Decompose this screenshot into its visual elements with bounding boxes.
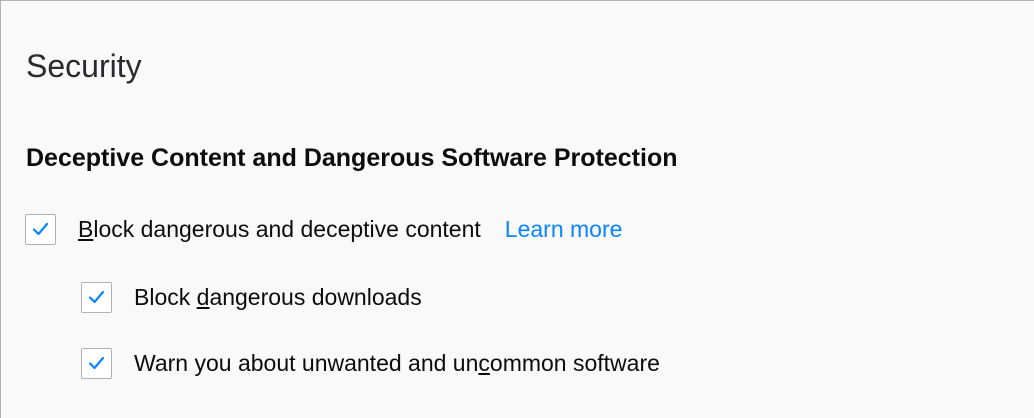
section-title: Security bbox=[26, 48, 142, 84]
security-preferences-panel: Security Deceptive Content and Dangerous… bbox=[0, 0, 1034, 418]
block-dangerous-downloads-option[interactable]: Block dangerous downloads bbox=[81, 277, 422, 317]
block-deceptive-content-option[interactable]: Block dangerous and deceptive content Le… bbox=[25, 209, 622, 249]
label-suffix: lock dangerous and deceptive content bbox=[93, 215, 481, 242]
block-dangerous-downloads-checkbox[interactable] bbox=[81, 281, 112, 313]
checkmark-icon bbox=[88, 356, 105, 370]
accesskey-letter: d bbox=[196, 283, 210, 310]
checkmark-icon bbox=[32, 222, 49, 236]
warn-unwanted-software-label[interactable]: Warn you about unwanted and uncommon sof… bbox=[134, 350, 660, 377]
label-suffix: angerous downloads bbox=[209, 283, 422, 310]
block-dangerous-downloads-label[interactable]: Block dangerous downloads bbox=[134, 284, 422, 311]
group-heading: Deceptive Content and Dangerous Software… bbox=[26, 144, 678, 172]
warn-unwanted-software-option[interactable]: Warn you about unwanted and uncommon sof… bbox=[81, 343, 660, 383]
label-prefix: Warn you about unwanted and un bbox=[134, 349, 479, 376]
checkmark-icon bbox=[88, 290, 105, 304]
label-prefix: Block bbox=[134, 283, 197, 310]
block-deceptive-content-checkbox[interactable] bbox=[25, 213, 56, 245]
label-suffix: ommon software bbox=[489, 349, 660, 376]
block-deceptive-content-label[interactable]: Block dangerous and deceptive content bbox=[78, 216, 481, 243]
warn-unwanted-software-checkbox[interactable] bbox=[81, 347, 112, 379]
learn-more-link[interactable]: Learn more bbox=[505, 216, 623, 243]
accesskey-letter: c bbox=[478, 349, 490, 376]
accesskey-letter: B bbox=[78, 215, 94, 242]
